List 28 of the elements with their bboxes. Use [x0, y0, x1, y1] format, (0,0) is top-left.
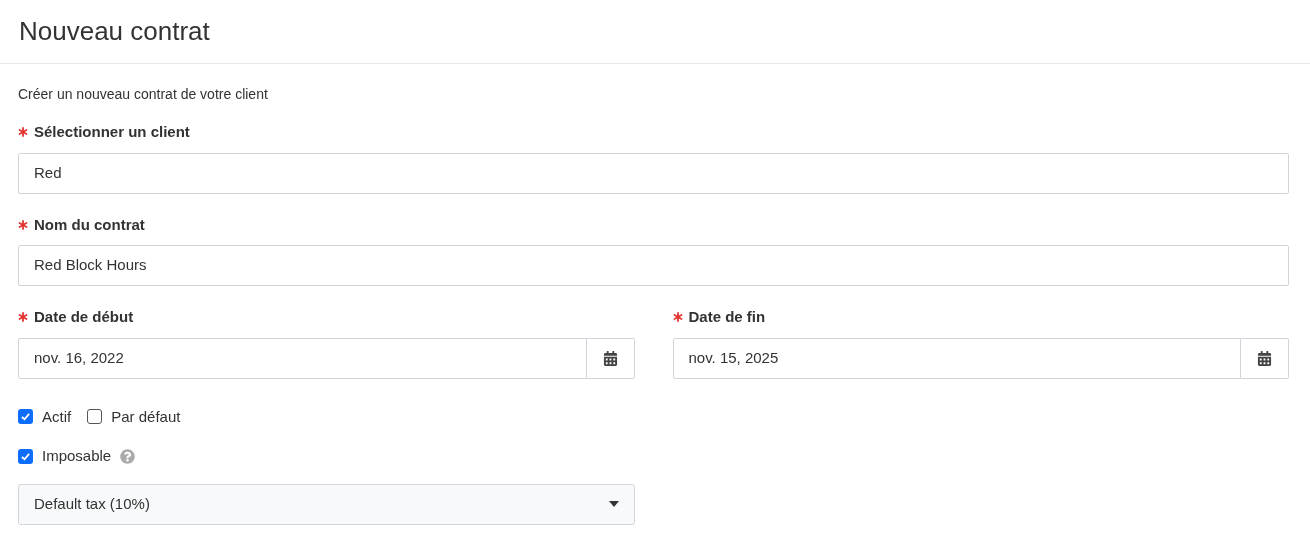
field-label: Date de fin: [688, 307, 766, 327]
field-label: Sélectionner un client: [34, 122, 190, 142]
calendar-button[interactable]: [586, 337, 635, 379]
date-field[interactable]: nov. 15, 2025: [672, 337, 1241, 379]
required-asterisk-icon: [18, 219, 28, 230]
checkbox[interactable]: [18, 409, 33, 425]
checkbox-label: Par défaut: [111, 406, 181, 427]
text-field[interactable]: Red: [18, 152, 1289, 194]
tax-select[interactable]: Default tax (10%): [18, 483, 635, 525]
date-field[interactable]: nov. 16, 2022: [18, 337, 587, 379]
required-asterisk-icon: [18, 127, 28, 138]
checkbox[interactable]: [18, 448, 33, 464]
checkmark-icon: [20, 450, 31, 462]
checkbox[interactable]: [87, 409, 103, 425]
required-asterisk-icon: [672, 312, 683, 323]
field-label: Nom du contrat: [34, 214, 145, 235]
page-title: Nouveau contrat: [19, 15, 210, 48]
checkbox-label: Imposable: [42, 446, 112, 466]
checkbox-label: Actif: [42, 406, 72, 427]
checkmark-icon: [20, 411, 31, 423]
calendar-button[interactable]: [1241, 337, 1289, 379]
text-field[interactable]: Red Block Hours: [18, 245, 1289, 286]
field-label: Date de début: [34, 307, 134, 327]
calendar-icon: [1257, 350, 1272, 366]
page-description: Créer un nouveau contrat de votre client: [18, 85, 269, 104]
caret-icon: [609, 501, 619, 507]
required-asterisk-icon: [18, 312, 28, 323]
calendar-icon: [602, 350, 618, 366]
